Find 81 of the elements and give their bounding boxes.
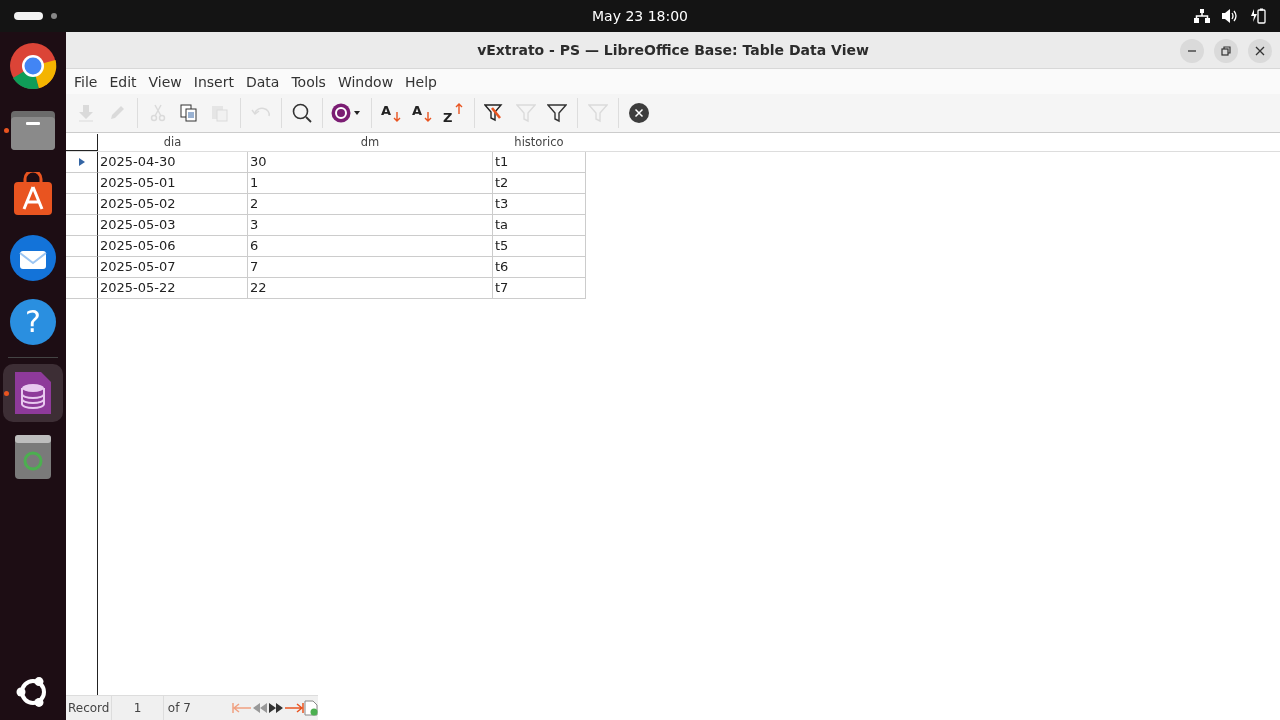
window-title: vExtrato - PS — LibreOffice Base: Table Data View — [477, 42, 869, 58]
cut-icon — [149, 104, 167, 122]
row-selector[interactable] — [66, 194, 98, 215]
shopping-bag-icon — [13, 172, 53, 216]
table-cell: 2025-05-02 — [98, 194, 248, 215]
refresh-icon — [331, 103, 363, 123]
table-cell: ta — [493, 215, 586, 236]
table-cell: 2025-05-22 — [98, 278, 248, 299]
table-cell: 7 — [248, 257, 493, 278]
next-record-icon[interactable] — [268, 702, 284, 714]
table-cell: t2 — [493, 173, 586, 194]
menu-item[interactable]: File — [68, 73, 104, 90]
column-header[interactable]: dia — [98, 134, 248, 151]
menu-item[interactable]: Help — [399, 73, 443, 90]
table-cell: t3 — [493, 194, 586, 215]
current-row-icon — [78, 158, 85, 166]
table-cell: 6 — [248, 236, 493, 257]
column-header[interactable]: historico — [493, 134, 586, 151]
new-record-icon[interactable] — [304, 700, 318, 716]
folder-icon — [10, 109, 56, 151]
menu-item[interactable]: Insert — [187, 73, 240, 90]
workspace-indicator-icon[interactable] — [14, 12, 43, 20]
row-selector[interactable] — [66, 173, 98, 194]
filter-icon — [516, 103, 536, 123]
browser-icon — [9, 42, 57, 90]
network-icon[interactable] — [1194, 9, 1210, 23]
menu-item[interactable]: Edit — [103, 73, 143, 90]
row-selector[interactable] — [66, 215, 98, 236]
menu-item[interactable]: Tools — [285, 73, 332, 90]
row-selector[interactable] — [66, 152, 98, 173]
clock[interactable]: May 23 18:00 — [592, 8, 688, 24]
minimize-button[interactable] — [1180, 39, 1204, 63]
dock-item[interactable] — [3, 364, 63, 422]
table-cell: t1 — [493, 152, 586, 173]
arrow-down-icon — [77, 104, 95, 122]
minimize-icon — [1188, 50, 1196, 52]
table-cell: t5 — [493, 236, 586, 257]
help-icon: ? — [9, 298, 57, 346]
row-selector[interactable] — [66, 257, 98, 278]
table-cell: 2 — [248, 194, 493, 215]
copy-icon — [180, 104, 198, 122]
table-cell: t7 — [493, 278, 586, 299]
row-selector[interactable] — [66, 278, 98, 299]
table-cell: 1 — [248, 173, 493, 194]
table-cell: 3 — [248, 215, 493, 236]
toolbar-button[interactable]: A — [409, 98, 437, 128]
workspace-dot-icon[interactable] — [51, 13, 57, 19]
trash-icon — [14, 434, 52, 480]
close-button[interactable] — [1248, 39, 1272, 63]
running-indicator-icon — [4, 391, 9, 396]
table-cell: 22 — [248, 278, 493, 299]
record-number-field[interactable]: 1 — [112, 696, 164, 720]
filter-icon — [547, 103, 567, 123]
table-cell: 2025-05-03 — [98, 215, 248, 236]
table-cell: t6 — [493, 257, 586, 278]
column-header[interactable]: dm — [248, 134, 493, 151]
search-icon — [292, 103, 312, 123]
table-cell: 2025-04-30 — [98, 152, 248, 173]
restore-button[interactable] — [1214, 39, 1238, 63]
filter-icon — [588, 103, 608, 123]
table-cell: 2025-05-07 — [98, 257, 248, 278]
select-all-corner[interactable] — [66, 134, 98, 151]
running-indicator-icon — [4, 128, 9, 133]
record-label: Record — [66, 696, 113, 720]
close-icon — [629, 103, 649, 123]
toolbar-button[interactable]: A — [378, 98, 406, 128]
menu-item[interactable]: Data — [239, 73, 286, 90]
battery-icon[interactable] — [1250, 8, 1266, 24]
table-cell: 2025-05-01 — [98, 173, 248, 194]
row-selector[interactable] — [66, 236, 98, 257]
volume-icon[interactable] — [1222, 9, 1238, 23]
menu-item[interactable]: Window — [331, 73, 400, 90]
toolbar-button[interactable]: Z — [440, 98, 468, 128]
record-count: of 7 — [166, 701, 192, 715]
database-icon — [13, 370, 53, 416]
restore-icon — [1221, 46, 1231, 56]
table-cell: 30 — [248, 152, 493, 173]
table-cell: 2025-05-06 — [98, 236, 248, 257]
menu-item[interactable]: View — [142, 73, 188, 90]
close-icon — [1255, 46, 1265, 56]
pencil-icon — [108, 104, 126, 122]
